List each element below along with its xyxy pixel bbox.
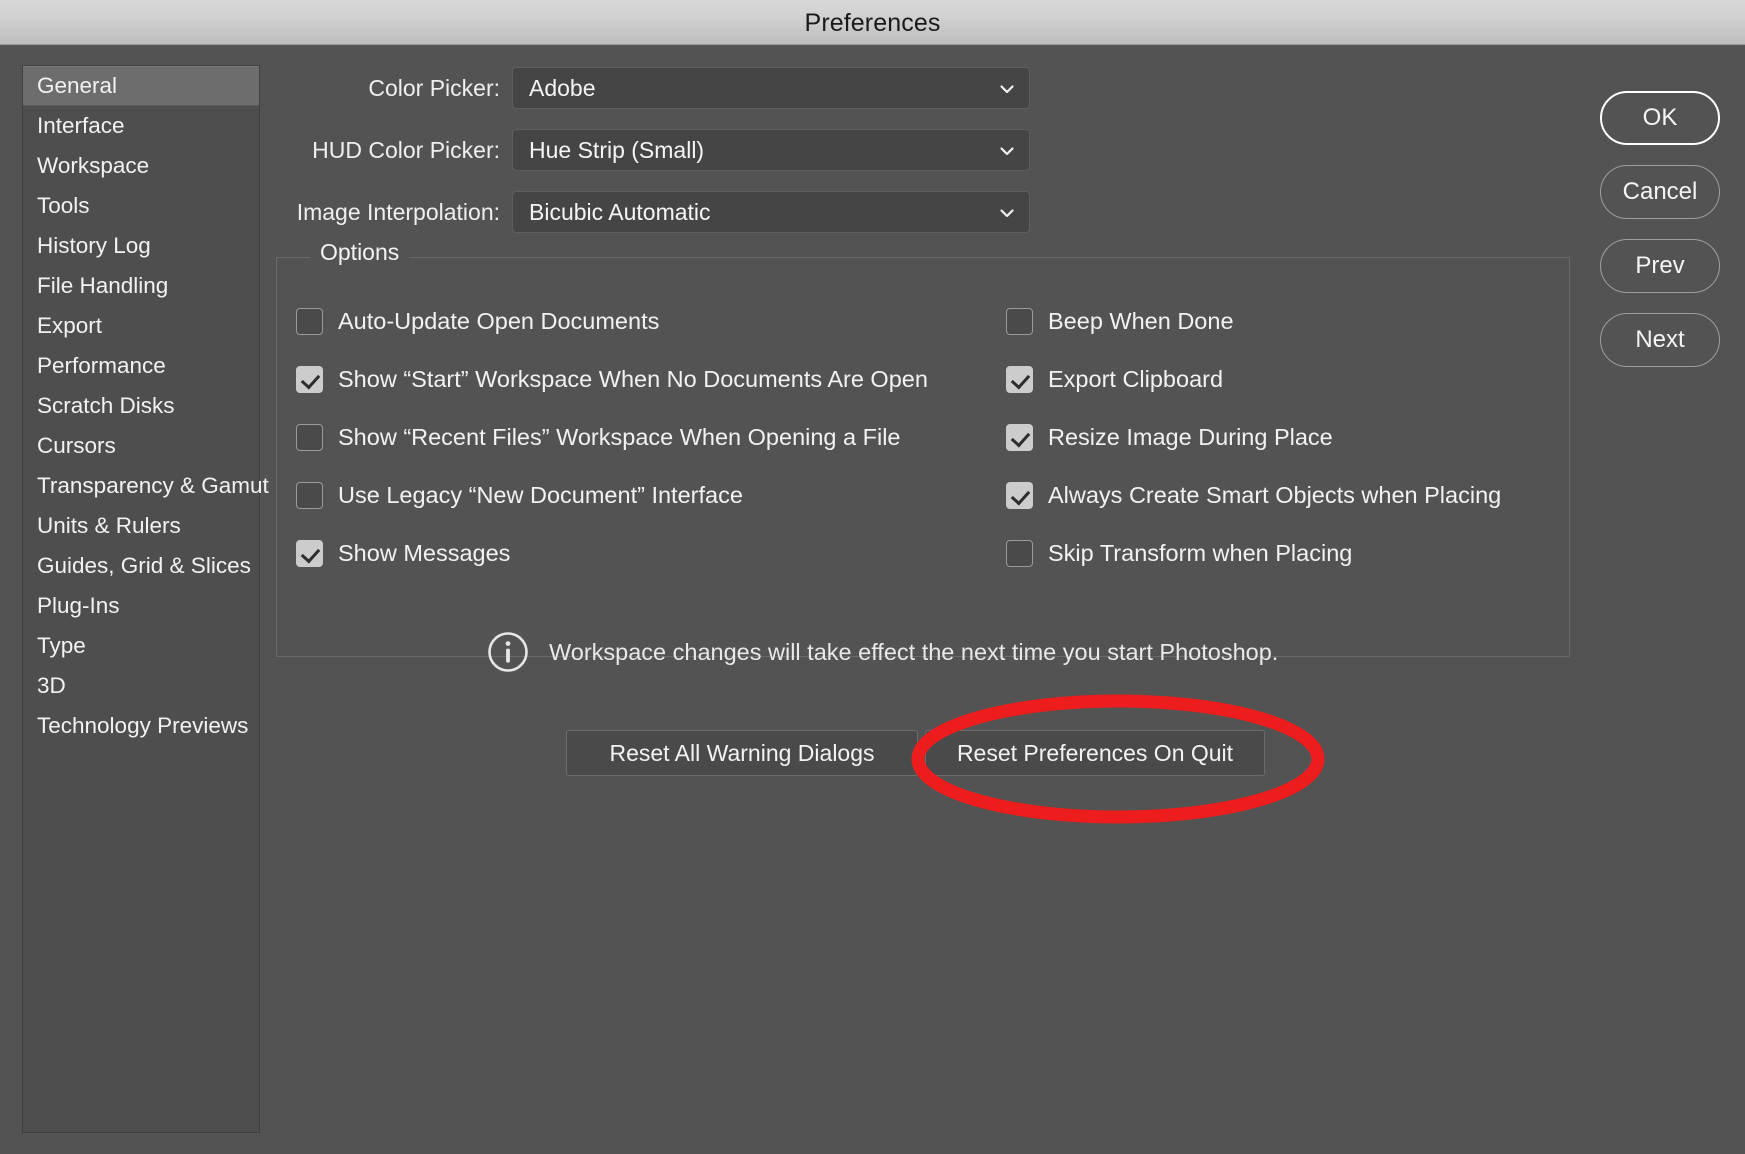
field-label: Image Interpolation:	[296, 199, 500, 225]
checkbox-row[interactable]: Always Create Smart Objects when Placing	[1006, 479, 1501, 511]
sidebar-item-3d[interactable]: 3D	[23, 666, 259, 706]
select-hud-color-picker[interactable]: Hue Strip (Small)	[512, 129, 1030, 171]
prev-button[interactable]: Prev	[1600, 239, 1720, 293]
preferences-dialog: General Interface Workspace Tools History Lo…	[0, 45, 1745, 1154]
field-row: Image Interpolation: Bicubic Automatic	[0, 191, 1745, 233]
cancel-button[interactable]: Cancel	[1600, 165, 1720, 219]
checkbox-row[interactable]: Show “Recent Files” Workspace When Openi…	[296, 421, 901, 453]
checkbox-label: Always Create Smart Objects when Placing	[1048, 481, 1502, 508]
button-label: Prev	[1635, 252, 1685, 279]
sidebar-item-units-rulers[interactable]: Units & Rulers	[23, 506, 259, 546]
checkbox-label: Use Legacy “New Document” Interface	[338, 481, 743, 508]
checkbox-label: Show Messages	[338, 539, 511, 566]
field-label: Color Picker:	[368, 75, 500, 101]
select-color-picker[interactable]: Adobe	[512, 67, 1030, 109]
checkbox-label: Show “Start” Workspace When No Documents…	[338, 365, 928, 392]
reset-all-warning-dialogs-button[interactable]: Reset All Warning Dialogs	[566, 730, 918, 776]
sidebar-item-performance[interactable]: Performance	[23, 346, 259, 386]
checkbox-row[interactable]: Auto-Update Open Documents	[296, 305, 659, 337]
sidebar-item-label: Cursors	[37, 433, 116, 458]
checkbox-row[interactable]: Skip Transform when Placing	[1006, 537, 1352, 569]
options-legend: Options	[310, 239, 410, 266]
sidebar-item-label: Guides, Grid & Slices	[37, 553, 251, 578]
checkbox-row[interactable]: Export Clipboard	[1006, 363, 1223, 395]
button-label: Next	[1635, 326, 1685, 353]
field-row: HUD Color Picker: Hue Strip (Small)	[0, 129, 1745, 171]
sidebar-item-scratch-disks[interactable]: Scratch Disks	[23, 386, 259, 426]
sidebar-item-transparency-gamut[interactable]: Transparency & Gamut	[23, 466, 269, 506]
button-label: Reset All Warning Dialogs	[609, 739, 875, 766]
next-button[interactable]: Next	[1600, 313, 1720, 367]
select-image-interpolation[interactable]: Bicubic Automatic	[512, 191, 1030, 233]
checkbox-label: Beep When Done	[1048, 307, 1234, 334]
checkbox-label: Auto-Update Open Documents	[338, 307, 660, 334]
window-titlebar: Preferences	[0, 0, 1745, 45]
checkbox-export-clipboard[interactable]	[1006, 365, 1033, 393]
chevron-down-icon	[999, 143, 1015, 159]
checkbox-label: Export Clipboard	[1048, 365, 1224, 392]
checkbox-resize-image-during-place[interactable]	[1006, 423, 1033, 451]
sidebar-item-label: Plug-Ins	[37, 593, 120, 618]
sidebar-item-technology-previews[interactable]: Technology Previews	[23, 706, 259, 746]
checkbox-label: Resize Image During Place	[1048, 423, 1333, 450]
workspace-note: Workspace changes will take effect the n…	[487, 631, 1278, 673]
checkbox-row[interactable]: Beep When Done	[1006, 305, 1234, 337]
checkbox-label: Skip Transform when Placing	[1048, 539, 1353, 566]
select-value: Adobe	[529, 75, 596, 101]
select-value: Bicubic Automatic	[529, 199, 711, 225]
sidebar-item-label: Export	[37, 313, 103, 338]
sidebar-item-label: File Handling	[37, 273, 169, 298]
chevron-down-icon	[999, 81, 1015, 97]
sidebar-item-label: Transparency & Gamut	[37, 473, 269, 498]
checkbox-beep-when-done[interactable]	[1006, 307, 1033, 335]
workspace-note-text: Workspace changes will take effect the n…	[549, 638, 1279, 665]
checkbox-show-recent-files-workspace-when-opening-a-file[interactable]	[296, 423, 323, 451]
checkbox-auto-update-open-documents[interactable]	[296, 307, 323, 335]
sidebar-item-plug-ins[interactable]: Plug-Ins	[23, 586, 259, 626]
sidebar-item-label: Scratch Disks	[37, 393, 175, 418]
checkbox-row[interactable]: Show Messages	[296, 537, 510, 569]
sidebar-item-label: History Log	[37, 233, 151, 258]
field-label: HUD Color Picker:	[312, 137, 500, 163]
checkbox-use-legacy-new-document-interface[interactable]	[296, 481, 323, 509]
button-label: OK	[1642, 104, 1678, 131]
sidebar-item-cursors[interactable]: Cursors	[23, 426, 259, 466]
button-label: Reset Preferences On Quit	[956, 739, 1234, 766]
sidebar-item-label: Type	[37, 633, 86, 658]
info-circle-icon	[487, 631, 529, 673]
checkbox-label: Show “Recent Files” Workspace When Openi…	[338, 423, 901, 450]
sidebar-item-label: 3D	[37, 673, 66, 698]
sidebar-item-export[interactable]: Export	[23, 306, 259, 346]
checkbox-skip-transform-when-placing[interactable]	[1006, 539, 1033, 567]
sidebar-item-label: Performance	[37, 353, 166, 378]
sidebar-item-file-handling[interactable]: File Handling	[23, 266, 259, 306]
checkbox-row[interactable]: Resize Image During Place	[1006, 421, 1333, 453]
chevron-down-icon	[999, 205, 1015, 221]
select-value: Hue Strip (Small)	[529, 137, 705, 163]
checkbox-show-messages[interactable]	[296, 539, 323, 567]
sidebar-item-label: Units & Rulers	[37, 513, 181, 538]
checkbox-always-create-smart-objects-when-placing[interactable]	[1006, 481, 1033, 509]
checkbox-show-start-workspace-when-no-documents-are-open[interactable]	[296, 365, 323, 393]
button-label: Cancel	[1622, 178, 1698, 205]
field-row: Color Picker: Adobe	[0, 67, 1745, 109]
ok-button[interactable]: OK	[1600, 91, 1720, 145]
sidebar-item-label: Technology Previews	[37, 713, 249, 738]
checkbox-row[interactable]: Show “Start” Workspace When No Documents…	[296, 363, 928, 395]
window-title: Preferences	[804, 9, 941, 37]
reset-preferences-on-quit-button[interactable]: Reset Preferences On Quit	[925, 730, 1265, 776]
sidebar-item-guides-grid-slices[interactable]: Guides, Grid & Slices	[23, 546, 259, 586]
sidebar-item-type[interactable]: Type	[23, 626, 259, 666]
checkbox-row[interactable]: Use Legacy “New Document” Interface	[296, 479, 743, 511]
